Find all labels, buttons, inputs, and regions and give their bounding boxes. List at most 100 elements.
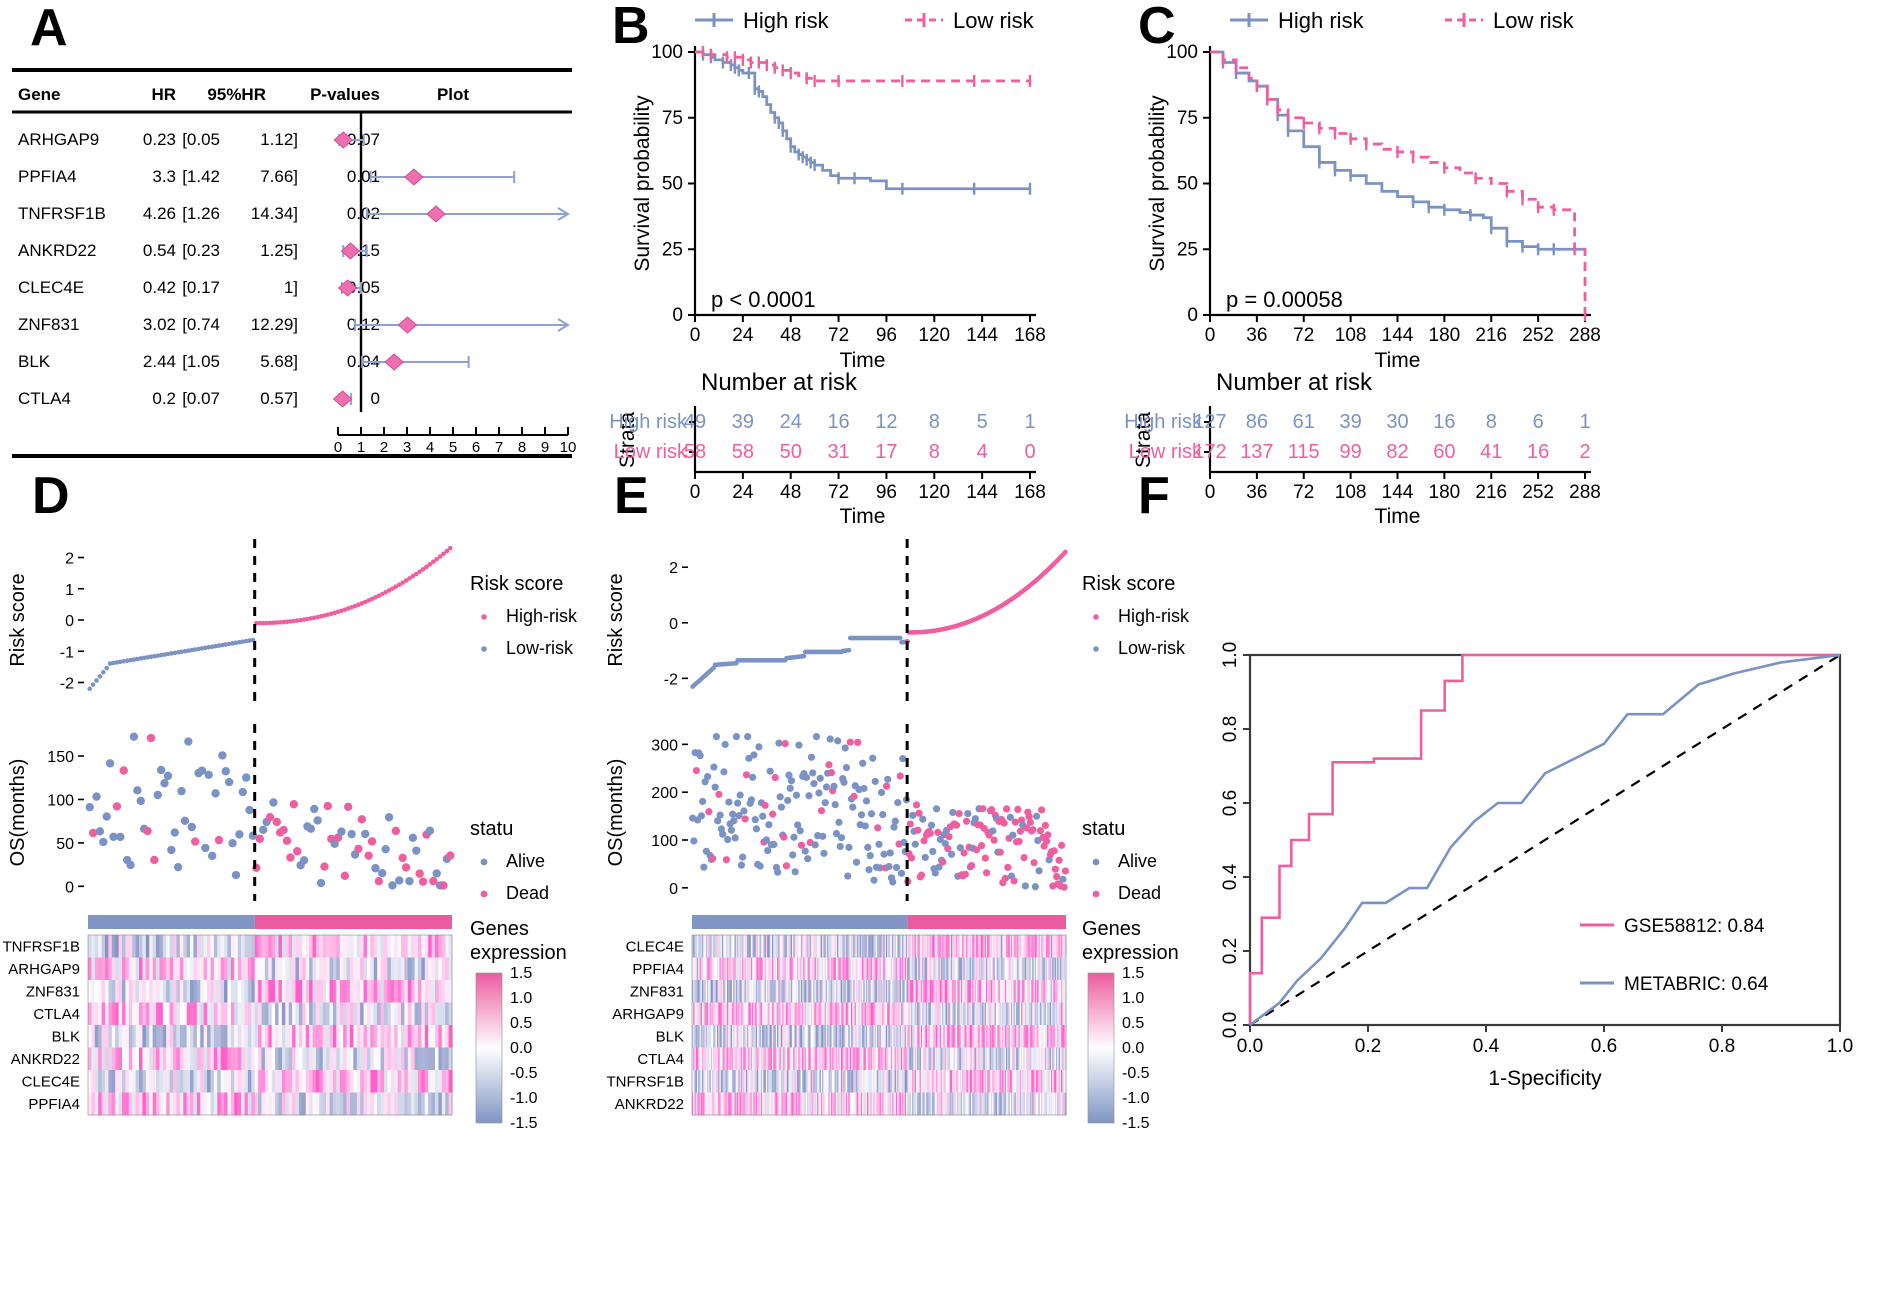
panel-a-forest-table: Gene HR 95%HR P-values Plot ARHGAP9 0.23 [0.05 1… bbox=[8, 60, 576, 460]
panelD_risk-ytick-2: 0 bbox=[65, 613, 74, 630]
roc-xtick-4: 0.8 bbox=[1709, 1036, 1735, 1057]
panelC-risk-value-0-1: 86 bbox=[1246, 411, 1268, 433]
roc-ytick-2: 0.4 bbox=[1220, 863, 1241, 890]
forest-gene-5: ZNF831 bbox=[18, 315, 79, 334]
panelB-ytick-1: 25 bbox=[662, 239, 683, 260]
forest-header-1: HR bbox=[151, 85, 176, 104]
panelB-risk-row-label-1: Low risk bbox=[614, 441, 688, 463]
panelE_heat-legend-title-line1: Genes bbox=[1082, 918, 1141, 940]
panelB-risk-value-0-3: 16 bbox=[827, 411, 849, 433]
forest-axis-tick-8: 8 bbox=[518, 439, 526, 456]
forest-axis-tick-6: 6 bbox=[472, 439, 480, 456]
roc-ytick-1: 0.2 bbox=[1220, 938, 1241, 964]
panelD_heat-gene-label-4: BLK bbox=[52, 1028, 80, 1045]
panelD_os-legend-item-1: Dead bbox=[506, 883, 549, 903]
panelE_os-ylabel: OS(months) bbox=[605, 759, 627, 867]
panelC-xlabel: Time bbox=[1375, 349, 1421, 372]
panelD_heat-gene-label-1: ARHGAP9 bbox=[8, 961, 80, 978]
panelD_heat-gene-label-7: PPFIA4 bbox=[28, 1096, 80, 1113]
panelC-xtick-3: 108 bbox=[1335, 325, 1367, 346]
forest-ci-7 bbox=[332, 390, 353, 408]
forest-gene-3: ANKRD22 bbox=[18, 241, 96, 260]
forest-axis-tick-9: 9 bbox=[541, 439, 549, 456]
panelD_os-ytick-2: 100 bbox=[47, 792, 74, 809]
forest-header-0: Gene bbox=[18, 85, 61, 104]
forest-ci-low-1: [1.42 bbox=[182, 167, 220, 186]
panelE_heat-colorbar-tick-4: -0.5 bbox=[1122, 1065, 1150, 1082]
roc-ytick-3: 0.6 bbox=[1220, 790, 1241, 816]
panel-c-km-plot: High risk Low risk 0 25 50 75 100 0 36 72 108 144 18… bbox=[1120, 0, 1680, 560]
forest-ci-low-5: [0.74 bbox=[182, 315, 220, 334]
panelB-risk-value-1-4: 17 bbox=[875, 441, 897, 463]
panelE_heat-gene-label-0: CLEC4E bbox=[626, 938, 684, 955]
forest-axis-tick-2: 2 bbox=[380, 439, 388, 456]
roc-ytick-0: 0.0 bbox=[1220, 1012, 1241, 1038]
panelB-risk-value-0-1: 39 bbox=[732, 411, 754, 433]
panelE_risk-legend-title: Risk score bbox=[1082, 573, 1175, 595]
forest-ci-low-2: [1.26 bbox=[182, 204, 220, 223]
forest-gene-2: TNFRSF1B bbox=[18, 204, 106, 223]
panelD_heat-gene-label-6: CLEC4E bbox=[22, 1073, 80, 1090]
roc-ytick-5: 1.0 bbox=[1220, 642, 1241, 668]
forest-axis-tick-3: 3 bbox=[403, 439, 411, 456]
panelE_os-legend-item-1: Dead bbox=[1118, 883, 1161, 903]
panelB-risk-xtick-7: 168 bbox=[1014, 482, 1046, 503]
panelD_heat-colorbar-tick-0: 1.5 bbox=[510, 965, 532, 982]
panelC-risk-value-1-4: 82 bbox=[1386, 441, 1408, 463]
panelB-risk-table-title: Number at risk bbox=[701, 369, 858, 396]
panelB-risk-xtick-0: 0 bbox=[690, 482, 701, 503]
panelC-legend: High risk Low risk bbox=[1230, 8, 1575, 33]
panelD_os-ytick-1: 50 bbox=[56, 836, 74, 853]
panelE_heat-legend-title-line2: expression bbox=[1082, 942, 1179, 964]
panelC-legend-label-1: Low risk bbox=[1493, 8, 1575, 33]
panelB-risk-xtick-6: 144 bbox=[966, 482, 998, 503]
panelD_heat-gene-label-0: TNFRSF1B bbox=[2, 938, 80, 955]
panelE_heat-gene-label-1: PPFIA4 bbox=[632, 961, 684, 978]
roc-xtick-5: 1.0 bbox=[1827, 1036, 1853, 1057]
forest-hr-1: 3.3 bbox=[152, 167, 176, 186]
roc-legend-label-0: GSE58812: 0.84 bbox=[1624, 916, 1765, 937]
panelB-risk-value-0-2: 24 bbox=[780, 411, 802, 433]
panelE_heat-cells bbox=[692, 935, 1067, 1116]
panel-e-risk-plot: -2 0 2 Risk score Risk score High-risk Low-ris… bbox=[596, 515, 1216, 1315]
panelC-xtick-7: 252 bbox=[1522, 325, 1554, 346]
forest-hr-6: 2.44 bbox=[143, 352, 176, 371]
panelB-risk-value-1-2: 50 bbox=[780, 441, 802, 463]
panelD_os-ylabel: OS(months) bbox=[7, 759, 29, 867]
panelB-curve-low-risk bbox=[695, 50, 1030, 83]
forest-gene-7: CTLA4 bbox=[18, 389, 71, 408]
panelD_heat-gene-label-5: ANKRD22 bbox=[11, 1051, 80, 1068]
panelB-risk-value-1-5: 8 bbox=[929, 441, 940, 463]
panelD_os-ytick-0: 0 bbox=[65, 879, 74, 896]
forest-ci-high-3: 1.25] bbox=[260, 241, 298, 260]
panelB-ytick-2: 50 bbox=[662, 174, 683, 195]
roc-xtick-2: 0.4 bbox=[1473, 1036, 1500, 1057]
panelE_heat-gene-label-4: BLK bbox=[656, 1028, 684, 1045]
forest-axis-tick-0: 0 bbox=[334, 439, 342, 456]
panelD_risk-ytick-4: 2 bbox=[65, 551, 74, 568]
panelC-risk-value-1-8: 2 bbox=[1579, 441, 1590, 463]
panelE_os-legend-title: statu bbox=[1082, 818, 1125, 840]
panelC-risk-xlabel: Time bbox=[1375, 505, 1421, 528]
panelB-risk-value-1-1: 58 bbox=[732, 441, 754, 463]
panelB-risk-value-1-0: 58 bbox=[684, 441, 706, 463]
panelD_heat-legend-title-line1: Genes bbox=[470, 918, 529, 940]
panelD_heat-gene-label-3: CTLA4 bbox=[33, 1006, 80, 1023]
panelB-legend-label-0: High risk bbox=[743, 8, 830, 33]
forest-hr-4: 0.42 bbox=[143, 278, 176, 297]
panelC-risk-row-label-0: High risk bbox=[1124, 411, 1203, 433]
panelE_os-legend-item-0: Alive bbox=[1118, 851, 1157, 871]
panelC-ytick-1: 25 bbox=[1177, 239, 1198, 260]
forest-gene-4: CLEC4E bbox=[18, 278, 84, 297]
panelD_risk-ylabel: Risk score bbox=[7, 573, 29, 666]
forest-axis-tick-4: 4 bbox=[426, 439, 434, 456]
roc-xlabel: 1-Specificity bbox=[1488, 1067, 1602, 1090]
forest-ci-low-4: [0.17 bbox=[182, 278, 220, 297]
panelC-xtick-2: 72 bbox=[1293, 325, 1314, 346]
panelC-risk-table-title: Number at risk bbox=[1216, 369, 1373, 396]
panelD_risk-legend-item-0: High-risk bbox=[506, 606, 578, 626]
panelC-risk-value-0-4: 30 bbox=[1386, 411, 1408, 433]
forest-hr-7: 0.2 bbox=[152, 389, 176, 408]
forest-gene-1: PPFIA4 bbox=[18, 167, 77, 186]
panelC-risk-xtick-2: 72 bbox=[1293, 482, 1314, 503]
